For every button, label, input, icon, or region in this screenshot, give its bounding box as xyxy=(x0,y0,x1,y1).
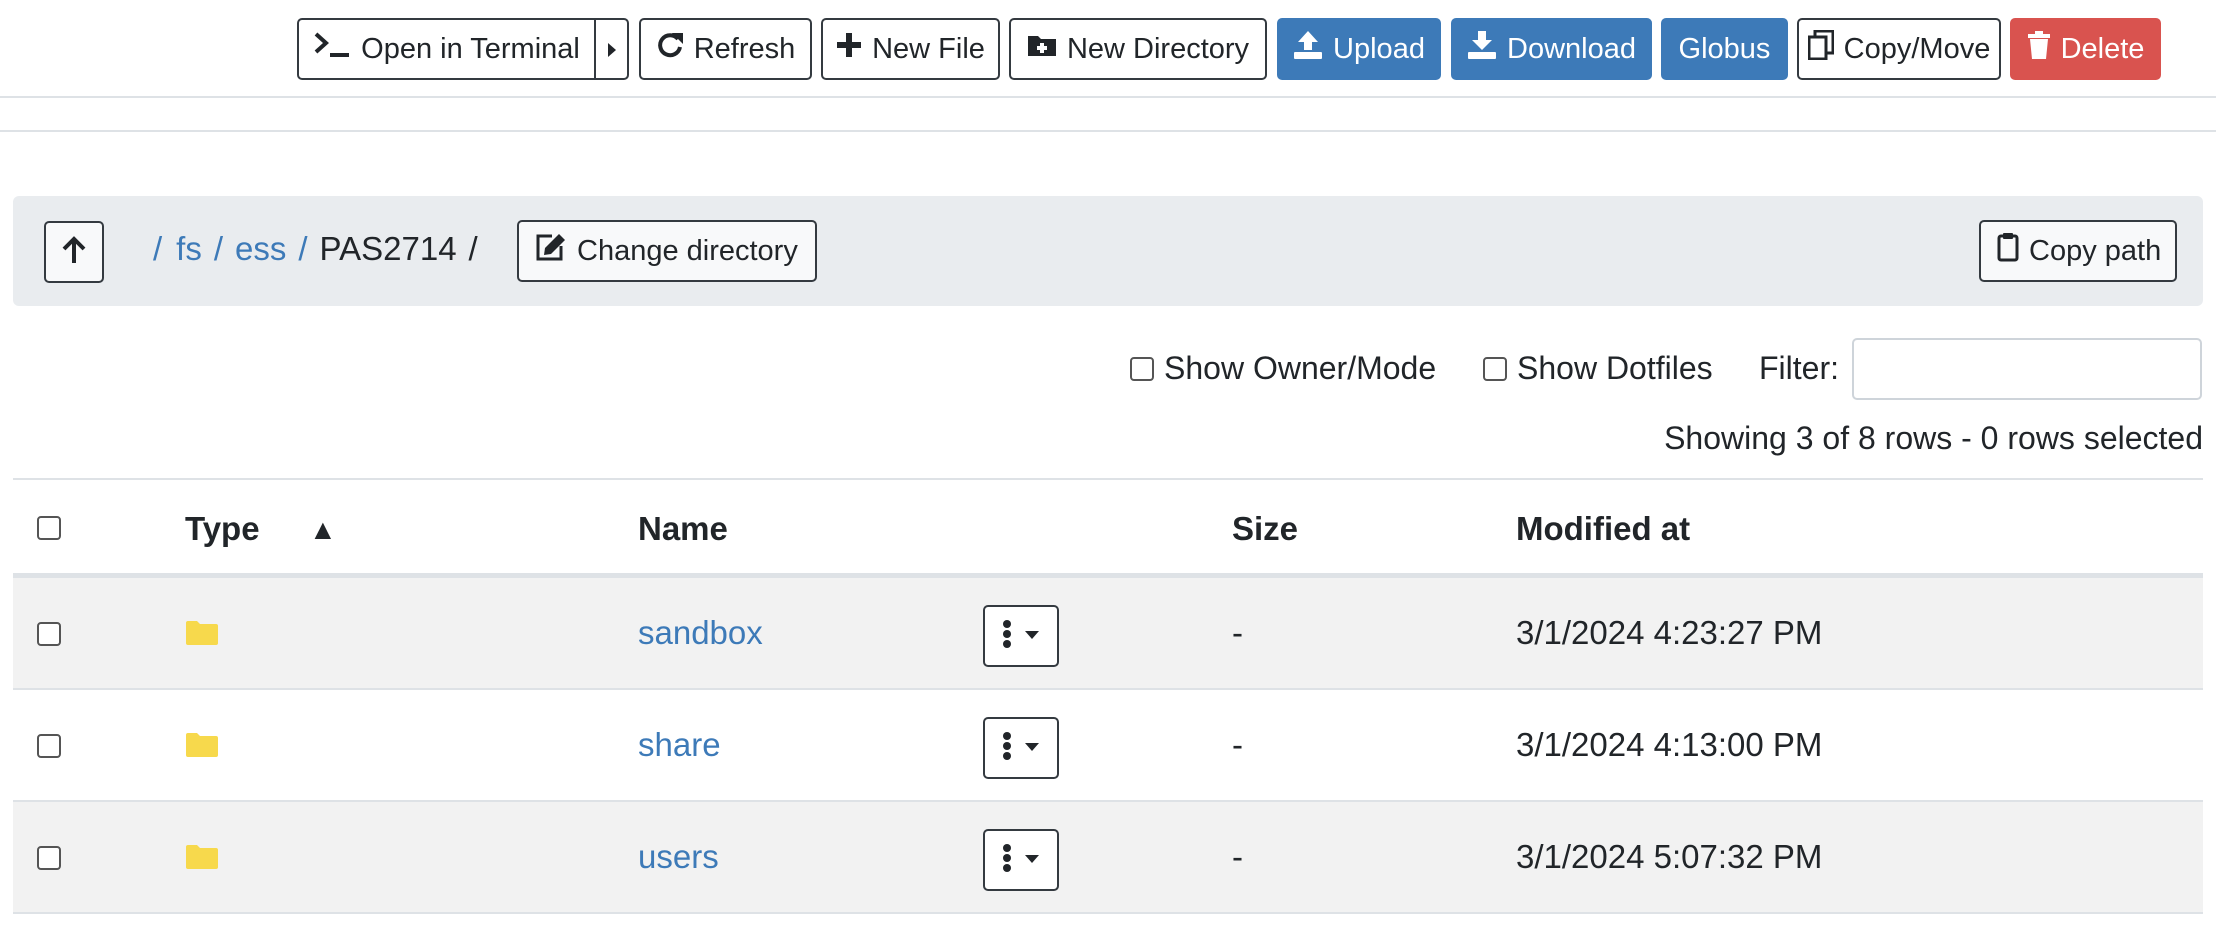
refresh-label: Refresh xyxy=(693,32,796,65)
show-dotfiles-label: Show Dotfiles xyxy=(1517,350,1713,386)
copy-icon xyxy=(1807,29,1835,68)
show-dotfiles-toggle[interactable]: Show Dotfiles xyxy=(1483,350,1713,387)
column-header-modified[interactable]: Modified at xyxy=(1516,510,1690,548)
folder-icon xyxy=(185,578,219,688)
filter-input[interactable] xyxy=(1852,338,2202,400)
folder-icon xyxy=(185,690,219,800)
refresh-button[interactable]: Refresh xyxy=(639,18,812,80)
folder-icon xyxy=(185,802,219,912)
row-actions-button[interactable] xyxy=(983,829,1059,891)
breadcrumb-separator: / xyxy=(468,230,478,267)
show-owner-mode-label: Show Owner/Mode xyxy=(1164,350,1437,386)
new-file-label: New File xyxy=(872,32,985,65)
show-owner-mode-toggle[interactable]: Show Owner/Mode xyxy=(1130,350,1436,387)
column-header-name[interactable]: Name xyxy=(638,510,728,548)
open-in-terminal-label: Open in Terminal xyxy=(361,32,580,65)
upload-label: Upload xyxy=(1333,32,1425,65)
clipboard-icon xyxy=(1997,232,2019,270)
row-checkbox[interactable] xyxy=(37,622,61,646)
arrow-up-icon xyxy=(61,235,87,269)
show-dotfiles-checkbox[interactable] xyxy=(1483,356,1507,381)
breadcrumb-item-ess[interactable]: ess xyxy=(235,230,286,268)
trash-icon xyxy=(2027,30,2051,68)
table-row[interactable]: users - 3/1/2024 5:07:32 PM xyxy=(13,802,2203,914)
kebab-menu-icon xyxy=(1002,731,1012,766)
file-size: - xyxy=(1232,726,1243,763)
file-modified: 3/1/2024 4:23:27 PM xyxy=(1516,614,1823,651)
change-directory-label: Change directory xyxy=(577,234,798,267)
table-header: Type ▲ Name Size Modified at xyxy=(13,478,2203,578)
breadcrumb-current: PAS2714 xyxy=(319,230,457,267)
globus-button[interactable]: Globus xyxy=(1661,18,1788,80)
table-row[interactable]: sandbox - 3/1/2024 4:23:27 PM xyxy=(13,578,2203,690)
copy-move-label: Copy/Move xyxy=(1843,32,1991,65)
terminal-icon xyxy=(313,30,351,68)
table-info: Showing 3 of 8 rows - 0 rows selected xyxy=(1664,420,2203,456)
file-modified: 3/1/2024 5:07:32 PM xyxy=(1516,838,1823,875)
file-size: - xyxy=(1232,838,1243,875)
file-name-link[interactable]: sandbox xyxy=(638,578,763,688)
upload-button[interactable]: Upload xyxy=(1277,18,1441,80)
show-owner-mode-checkbox[interactable] xyxy=(1130,356,1154,381)
new-file-button[interactable]: New File xyxy=(821,18,1000,80)
copy-path-button[interactable]: Copy path xyxy=(1979,220,2177,282)
toolbar: Open in Terminal Refresh New File New Di… xyxy=(0,0,2216,98)
plus-icon xyxy=(836,32,862,66)
refresh-icon xyxy=(656,30,684,68)
breadcrumb-separator: / xyxy=(298,230,308,267)
caret-right-icon xyxy=(607,33,617,66)
copy-move-button[interactable]: Copy/Move xyxy=(1797,18,2001,80)
row-actions-button[interactable] xyxy=(983,717,1059,779)
row-checkbox[interactable] xyxy=(37,846,61,870)
new-directory-label: New Directory xyxy=(1066,32,1250,65)
download-label: Download xyxy=(1507,32,1636,65)
row-checkbox[interactable] xyxy=(37,734,61,758)
file-modified: 3/1/2024 4:13:00 PM xyxy=(1516,726,1823,763)
row-actions-button[interactable] xyxy=(983,605,1059,667)
select-all-checkbox[interactable] xyxy=(37,516,61,540)
up-directory-button[interactable] xyxy=(44,221,104,283)
breadcrumb-separator: / xyxy=(213,230,224,267)
new-directory-button[interactable]: New Directory xyxy=(1009,18,1267,80)
file-name-link[interactable]: share xyxy=(638,690,721,800)
terminal-dropdown-toggle[interactable] xyxy=(595,18,629,80)
file-name-link[interactable]: users xyxy=(638,802,719,912)
filter-label: Filter: xyxy=(1759,350,1839,386)
file-size: - xyxy=(1232,614,1243,651)
column-header-size[interactable]: Size xyxy=(1232,510,1298,548)
sort-ascending-icon[interactable]: ▲ xyxy=(309,514,337,546)
open-in-terminal-button[interactable]: Open in Terminal xyxy=(297,18,596,80)
copy-path-label: Copy path xyxy=(2029,234,2162,267)
kebab-menu-icon xyxy=(1002,619,1012,654)
breadcrumb-root[interactable]: / xyxy=(153,230,162,268)
breadcrumb: / fs / ess / PAS2714 / xyxy=(153,224,478,274)
chevron-down-icon xyxy=(1024,627,1040,645)
change-directory-button[interactable]: Change directory xyxy=(517,220,817,282)
chevron-down-icon xyxy=(1024,739,1040,757)
divider xyxy=(0,130,2216,132)
download-button[interactable]: Download xyxy=(1451,18,1652,80)
download-icon xyxy=(1467,30,1497,68)
path-bar: / fs / ess / PAS2714 / Change directory … xyxy=(13,196,2203,306)
table-row[interactable]: share - 3/1/2024 4:13:00 PM xyxy=(13,690,2203,802)
delete-button[interactable]: Delete xyxy=(2010,18,2161,80)
column-header-type[interactable]: Type xyxy=(185,510,260,548)
file-table: Type ▲ Name Size Modified at sandbox - 3… xyxy=(13,478,2203,914)
breadcrumb-item-fs[interactable]: fs xyxy=(176,230,202,268)
edit-icon xyxy=(535,232,567,270)
delete-label: Delete xyxy=(2060,32,2145,65)
chevron-down-icon xyxy=(1024,851,1040,869)
upload-icon xyxy=(1293,30,1323,68)
globus-label: Globus xyxy=(1678,32,1771,65)
folder-plus-icon xyxy=(1027,32,1057,66)
kebab-menu-icon xyxy=(1002,843,1012,878)
